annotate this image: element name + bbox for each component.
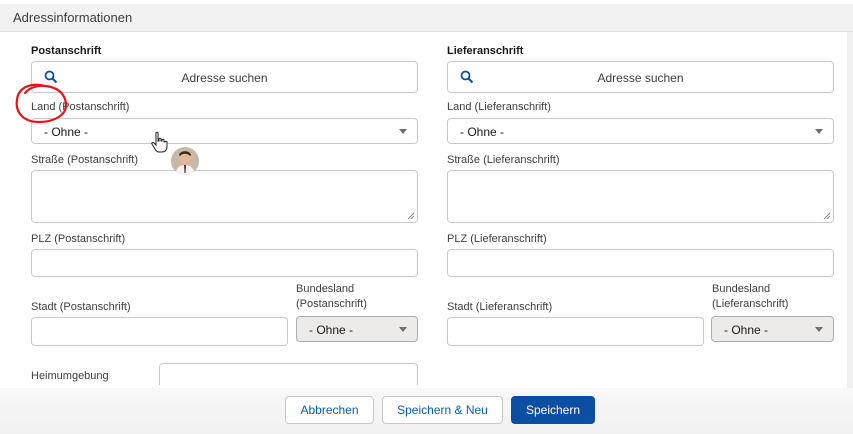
shipping-state-label: Bundesland (Lieferanschrift) <box>712 282 788 312</box>
postal-state-value: - Ohne - <box>309 323 354 337</box>
postal-state-label: Bundesland (Postanschrift) <box>296 282 367 312</box>
red-circle-annotation <box>15 83 68 124</box>
postal-country-select[interactable]: - Ohne - <box>31 118 418 144</box>
postal-street-label: Straße (Postanschrift) <box>31 154 138 166</box>
resize-grip-icon[interactable] <box>823 212 831 220</box>
shipping-street-label: Straße (Lieferanschrift) <box>447 154 560 166</box>
postal-state-label-line2: (Postanschrift) <box>296 298 367 310</box>
shipping-country-value: - Ohne - <box>460 125 505 139</box>
shipping-address-search[interactable]: Adresse suchen <box>447 61 834 93</box>
shipping-zip-label: PLZ (Lieferanschrift) <box>447 233 547 245</box>
shipping-zip-input[interactable] <box>447 249 834 277</box>
postal-city-label: Stadt (Postanschrift) <box>31 301 131 313</box>
postal-search-label: Adresse suchen <box>181 71 268 85</box>
shipping-street-textarea[interactable] <box>447 170 834 223</box>
section-header[interactable]: Adressinformationen <box>0 4 853 32</box>
shipping-heading: Lieferanschrift <box>447 45 524 57</box>
avatar <box>171 147 199 175</box>
save-button[interactable]: Speichern <box>511 396 595 424</box>
resize-grip-icon[interactable] <box>407 212 415 220</box>
chevron-down-icon <box>399 129 407 134</box>
save-and-new-button[interactable]: Speichern & Neu <box>382 396 503 424</box>
postal-state-label-line1: Bundesland <box>296 283 355 295</box>
postal-heading: Postanschrift <box>31 45 102 57</box>
postal-address-search[interactable]: Adresse suchen <box>31 61 418 93</box>
postal-zip-input[interactable] <box>31 249 418 277</box>
shipping-city-input[interactable] <box>447 317 704 346</box>
postal-neighborhood-input[interactable] <box>159 363 418 385</box>
postal-zip-label: PLZ (Postanschrift) <box>31 233 126 245</box>
hand-pointer-icon <box>151 131 168 153</box>
cancel-button[interactable]: Abbrechen <box>285 396 374 424</box>
postal-city-input[interactable] <box>31 317 288 346</box>
postal-street-textarea[interactable] <box>31 170 418 223</box>
postal-neighborhood-label: Heimumgebung <box>31 370 109 382</box>
shipping-country-select[interactable]: - Ohne - <box>447 118 834 144</box>
chevron-down-icon <box>399 327 407 332</box>
shipping-city-label: Stadt (Lieferanschrift) <box>447 301 553 313</box>
scrollbar[interactable] <box>847 32 853 392</box>
shipping-state-value: - Ohne - <box>724 323 769 337</box>
shipping-country-label: Land (Lieferanschrift) <box>447 101 551 113</box>
chevron-down-icon <box>815 129 823 134</box>
shipping-search-label: Adresse suchen <box>597 71 684 85</box>
shipping-state-label-line2: (Lieferanschrift) <box>712 298 789 310</box>
shipping-state-label-line1: Bundesland <box>712 283 771 295</box>
section-title: Adressinformationen <box>13 10 133 25</box>
postal-state-select[interactable]: - Ohne - <box>296 316 418 342</box>
chevron-down-icon <box>815 327 823 332</box>
shipping-state-select[interactable]: - Ohne - <box>711 316 834 342</box>
